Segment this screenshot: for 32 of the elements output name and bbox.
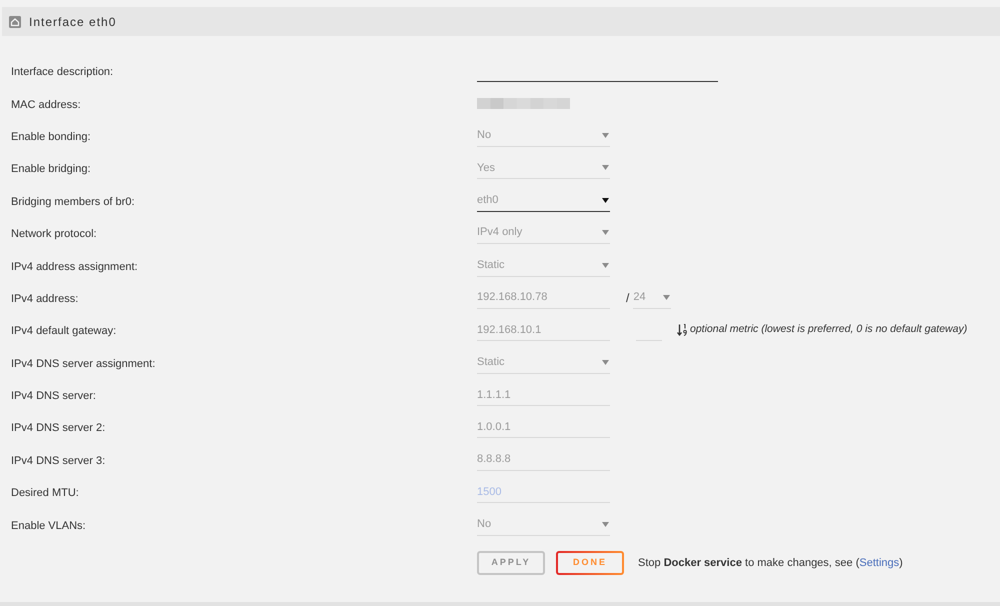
caret-icon [602,360,609,365]
field-label: Interface description: [11,66,114,78]
field-label: IPv4 DNS server: [11,390,96,402]
field-label: Enable VLANs: [11,520,86,532]
caret-icon [602,165,609,170]
metric-note: optional metric (lowest is preferred, 0 is no default gateway) [690,322,968,338]
field-label: Desired MTU: [11,487,79,500]
house-icon [9,16,21,28]
settings-link[interactable]: Settings [859,556,900,569]
slash-separator: / [626,290,630,307]
caret-icon [602,262,609,268]
field-label: MAC address: [11,98,81,111]
sort-numeric-icon [677,324,687,336]
caret-icon [602,230,609,236]
field-label: Enable bridging: [11,163,91,176]
caret-icon [663,294,670,300]
select-field[interactable]: eth0 [477,190,610,212]
caret-icon [602,132,609,138]
field-label: Enable bonding: [11,130,91,143]
field-label: IPv4 address assignment: [11,260,138,273]
field-label: Bridging members of br0: [11,196,134,208]
panel-title: Interface eth0 [29,14,116,30]
caret-icon [602,198,609,203]
field-label: IPv4 DNS server 3: [11,454,106,467]
field-label: IPv4 DNS server assignment: [11,358,156,370]
caret-icon [602,522,609,527]
field-label: IPv4 default gateway: [11,325,116,338]
field-label: IPv4 address: [11,292,78,305]
field-label: Network protocol: [11,228,97,240]
docker-notice: Stop Docker service to make changes, see (Settings) [638,556,903,571]
field-label: IPv4 DNS server 2: [11,422,106,434]
done-button[interactable]: DONE [556,550,624,575]
